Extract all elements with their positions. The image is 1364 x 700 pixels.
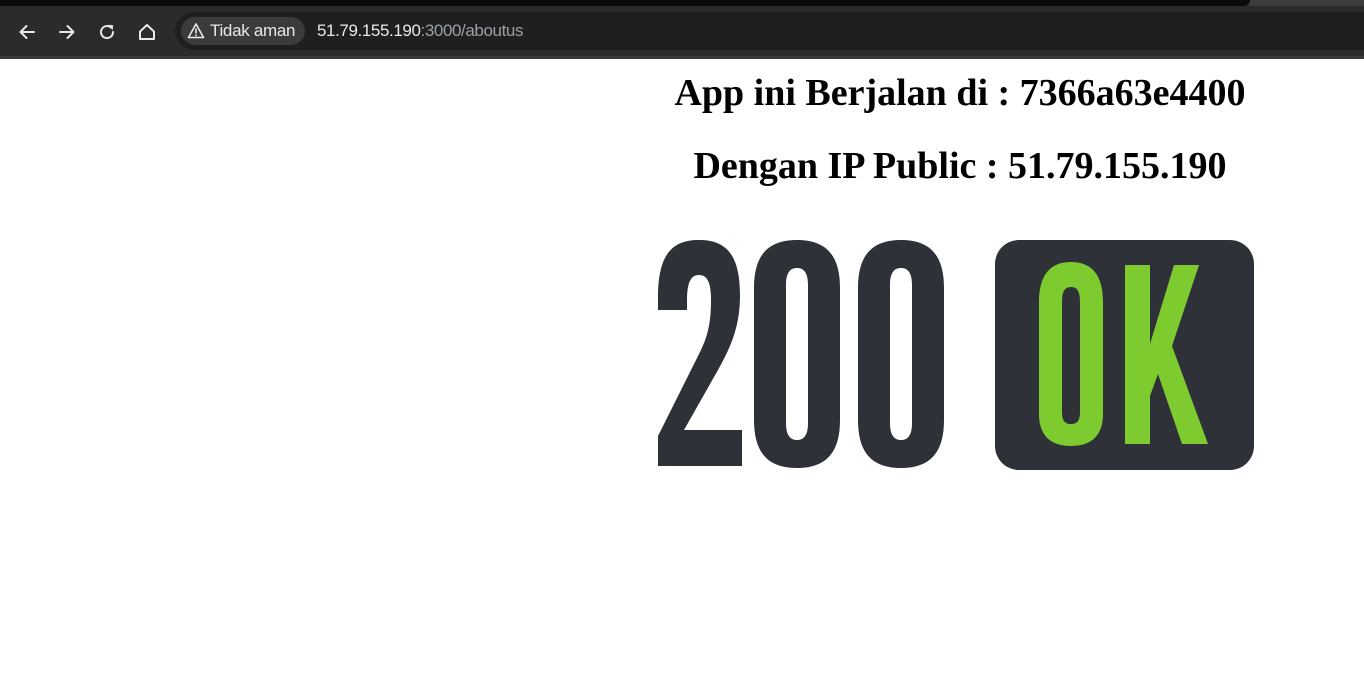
url-text[interactable]: 51.79.155.190:3000/aboutus <box>317 21 523 41</box>
browser-toolbar: Tidak aman 51.79.155.190:3000/aboutus <box>0 6 1364 56</box>
reload-button[interactable] <box>93 18 121 46</box>
logo-digit-0-second <box>858 240 944 468</box>
home-icon <box>139 24 155 40</box>
logo-digit-0-first <box>754 240 840 468</box>
page-viewport: App ini Berjalan di : 7366a63e4400 Denga… <box>0 59 1364 700</box>
security-label: Tidak aman <box>210 21 296 40</box>
logo-ok-badge <box>995 240 1254 470</box>
url-host: 51.79.155.190 <box>317 21 421 40</box>
public-ip-heading: Dengan IP Public : 51.79.155.190 <box>693 145 1227 187</box>
home-button[interactable] <box>133 18 161 46</box>
app-host-heading: App ini Berjalan di : 7366a63e4400 <box>674 72 1246 114</box>
forward-button[interactable] <box>53 18 81 46</box>
address-bar[interactable]: Tidak aman 51.79.155.190:3000/aboutus <box>175 12 1364 50</box>
arrow-right-icon <box>59 25 75 39</box>
reload-icon <box>100 24 115 40</box>
logo-digit-2 <box>658 240 742 466</box>
warning-triangle-icon <box>187 23 205 39</box>
security-indicator[interactable]: Tidak aman <box>181 17 306 45</box>
url-path: :3000/aboutus <box>420 21 524 40</box>
back-button[interactable] <box>13 18 41 46</box>
arrow-left-icon <box>19 25 35 39</box>
200-ok-logo <box>658 240 1254 470</box>
